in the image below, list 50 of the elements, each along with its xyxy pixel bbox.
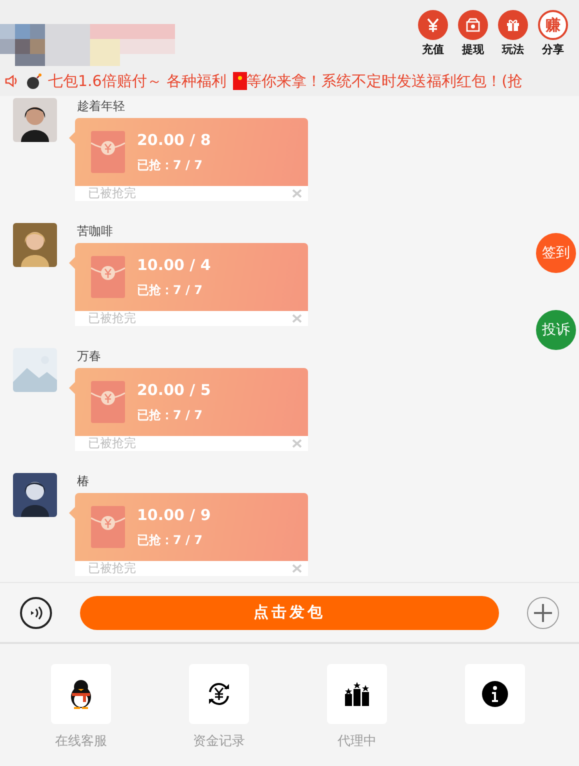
header-action[interactable]: 充值 bbox=[417, 10, 449, 57]
sender-name: 趁着年轻 bbox=[76, 98, 126, 115]
envelope-icon bbox=[232, 72, 247, 90]
header-action[interactable]: 提现 bbox=[457, 10, 489, 57]
nav-item[interactable]: 资金记录 bbox=[150, 664, 288, 750]
wallet-icon bbox=[458, 10, 488, 40]
packet-amount: 10.00 / 9 bbox=[137, 506, 211, 524]
nav-item[interactable]: 在线客服 bbox=[12, 664, 150, 750]
packet-amount: 20.00 / 8 bbox=[137, 130, 211, 148]
info-icon bbox=[482, 681, 508, 707]
packet-amount: 10.00 / 4 bbox=[137, 256, 211, 274]
packet-status: 已被抢完 bbox=[88, 560, 136, 577]
packet-claimed: 已抢：7 / 7 bbox=[137, 406, 204, 424]
packet-claimed: 已抢：7 / 7 bbox=[137, 532, 204, 548]
penguin-icon bbox=[68, 679, 94, 709]
packet-status: 已被抢完 bbox=[88, 185, 136, 202]
sender-name: 椿 bbox=[76, 473, 90, 490]
packet-card[interactable]: 20.00 / 8 已抢：7 / 7 bbox=[75, 118, 308, 186]
packet-claimed: 已抢：7 / 7 bbox=[137, 156, 204, 174]
packet-amount: 20.00 / 5 bbox=[137, 380, 211, 398]
packet-card[interactable]: 10.00 / 4 已抢：7 / 7 bbox=[75, 243, 308, 311]
send-packet-button[interactable]: 点击发包 bbox=[80, 596, 499, 630]
plus-icon bbox=[533, 602, 553, 622]
envelope-icon bbox=[91, 506, 125, 548]
nav-item[interactable]: 代理中 bbox=[288, 664, 426, 750]
voice-button[interactable] bbox=[20, 596, 52, 628]
header-action[interactable]: 玩法 bbox=[497, 10, 529, 57]
envelope-icon bbox=[91, 256, 125, 298]
gift-icon bbox=[498, 10, 528, 40]
sound-wave-icon bbox=[28, 604, 44, 620]
side-button[interactable]: 投诉 bbox=[536, 310, 576, 350]
notice-text: 等你来拿！系统不定时发送福利红包！(抢 bbox=[246, 72, 522, 90]
packet-card[interactable]: 10.00 / 9 已抢：7 / 7 bbox=[75, 493, 308, 561]
packet-status: 已被抢完 bbox=[88, 310, 136, 327]
earn-icon: 赚 bbox=[538, 10, 568, 40]
notice-text: 七包1.6倍赔付～ 各种福利 bbox=[48, 72, 227, 90]
sender-name: 万春 bbox=[76, 348, 102, 365]
sender-name: 苦咖啡 bbox=[76, 223, 114, 240]
exchange-icon bbox=[206, 681, 232, 707]
envelope-icon bbox=[91, 381, 125, 423]
yen-icon bbox=[418, 10, 448, 40]
packet-status: 已被抢完 bbox=[88, 435, 136, 452]
podium-icon bbox=[344, 682, 370, 706]
header-action[interactable]: 赚 分享 bbox=[537, 10, 569, 57]
side-button[interactable]: 签到 bbox=[536, 233, 576, 273]
packet-claimed: 已抢：7 / 7 bbox=[137, 282, 204, 298]
packet-card[interactable]: 20.00 / 5 已抢：7 / 7 bbox=[75, 368, 308, 436]
envelope-icon bbox=[91, 131, 125, 173]
bomb-icon bbox=[26, 73, 42, 89]
add-button[interactable] bbox=[527, 596, 559, 628]
